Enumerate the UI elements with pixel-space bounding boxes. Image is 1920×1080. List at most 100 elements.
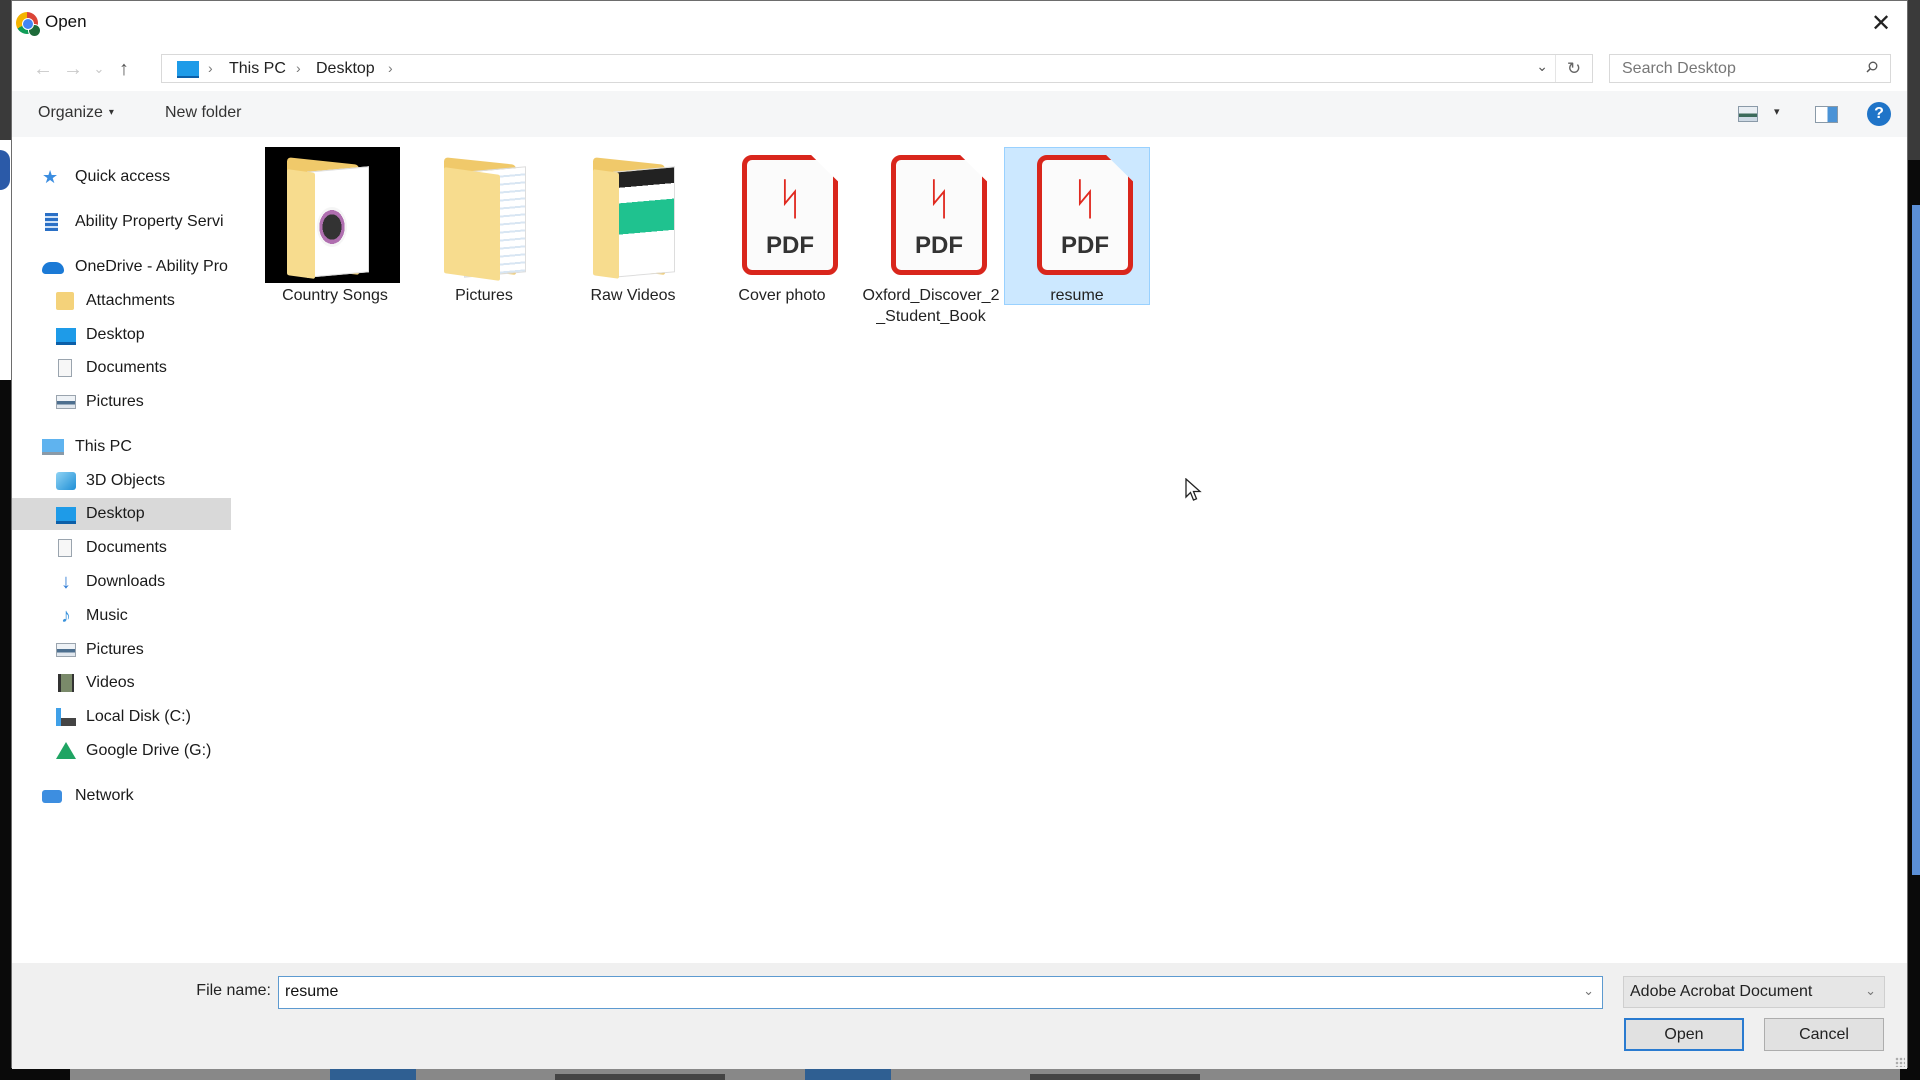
chevron-down-icon: ▾ (108, 107, 114, 118)
sidebar-item-label: Attachments (86, 292, 175, 309)
sidebar-item-label: Pictures (86, 393, 144, 410)
file-name: resume (1050, 287, 1104, 304)
file-name-field[interactable]: ⌄ (278, 976, 1603, 1009)
sidebar-item-onedrive-pictures[interactable]: Pictures (12, 386, 231, 418)
sidebar-item-google-drive[interactable]: Google Drive (G:) (12, 735, 231, 767)
new-folder-button[interactable]: New folder (165, 104, 241, 122)
file-item-pictures[interactable]: Pictures (411, 147, 557, 305)
help-icon[interactable]: ? (1867, 102, 1891, 126)
sidebar-item-downloads[interactable]: ↓ Downloads (12, 566, 231, 598)
pictures-icon (56, 395, 76, 409)
taskbar-item[interactable] (555, 1074, 725, 1080)
sidebar-item-quick-access[interactable]: ★ Quick access (12, 161, 231, 193)
sidebar-item-local-disk[interactable]: Local Disk (C:) (12, 701, 231, 733)
folder-icon (422, 147, 546, 283)
sidebar-item-label: Pictures (86, 641, 144, 658)
background-window-edge (0, 150, 10, 190)
file-item-oxford-discover[interactable]: ᛋ PDF Oxford_Discover_2_Student_Book (858, 147, 1004, 325)
file-item-resume[interactable]: ᛋ PDF resume (1004, 147, 1150, 305)
star-icon: ★ (42, 167, 59, 187)
cancel-button[interactable]: Cancel (1764, 1018, 1884, 1051)
address-bar[interactable]: › This PC › Desktop › ⌄ ↻ (161, 54, 1593, 83)
breadcrumb-desktop[interactable]: Desktop (316, 60, 375, 78)
sidebar-item-3d-objects[interactable]: 3D Objects (12, 465, 231, 497)
pdf-badge: PDF (1061, 232, 1109, 259)
sidebar-item-onedrive-documents[interactable]: Documents (12, 352, 231, 384)
title-bar[interactable]: Open ✕ (12, 1, 1907, 45)
taskbar-item[interactable] (330, 1068, 416, 1080)
sidebar-item-videos[interactable]: Videos (12, 667, 231, 699)
search-placeholder: Search Desktop (1622, 60, 1736, 77)
resize-grip[interactable] (1895, 1057, 1905, 1067)
3d-objects-icon (56, 472, 76, 490)
taskbar-item[interactable] (805, 1068, 891, 1080)
file-name: Oxford_Discover_2_Student_Book (862, 287, 1000, 325)
sidebar-item-this-pc[interactable]: This PC (12, 431, 231, 463)
file-item-cover-photo[interactable]: ᛋ PDF Cover photo (709, 147, 855, 305)
chevron-down-icon[interactable]: ⌄ (1583, 983, 1594, 999)
open-button[interactable]: Open (1624, 1018, 1744, 1051)
organize-button[interactable]: Organize ▾ (38, 104, 114, 122)
acrobat-logo-icon: ᛋ (1071, 175, 1099, 224)
back-button[interactable]: ← (30, 55, 56, 83)
file-name-input[interactable] (283, 982, 1567, 1002)
building-icon (45, 213, 58, 231)
sidebar-item-label: Quick access (75, 168, 171, 185)
taskbar (70, 1068, 1900, 1080)
pdf-icon: ᛋ PDF (1015, 147, 1139, 283)
pdf-icon: ᛋ PDF (720, 147, 844, 283)
file-name: Raw Videos (590, 287, 676, 304)
sidebar-item-desktop[interactable]: Desktop (12, 498, 231, 530)
sidebar-item-ability-property[interactable]: Ability Property Servi (12, 206, 231, 238)
pdf-badge: PDF (766, 232, 814, 259)
sidebar-item-attachments[interactable]: Attachments (12, 285, 231, 317)
forward-button[interactable]: → (60, 55, 86, 83)
recent-locations-button[interactable]: ⌄ (86, 55, 112, 83)
play-icon (317, 207, 347, 247)
background-window-edge (1912, 205, 1920, 875)
close-button[interactable]: ✕ (1863, 5, 1899, 41)
open-file-dialog: Open ✕ ← → ⌄ ↑ › This PC › Desktop › ⌄ ↻… (11, 0, 1908, 1069)
downloads-icon: ↓ (61, 571, 71, 593)
sidebar-item-onedrive[interactable]: OneDrive - Ability Pro (12, 251, 231, 283)
sidebar-item-label: Desktop (86, 505, 145, 522)
view-options-dropdown[interactable]: ▾ (1774, 105, 1780, 118)
file-item-raw-videos[interactable]: Raw Videos (560, 147, 706, 305)
pc-icon (177, 61, 199, 78)
folder-icon (265, 147, 400, 283)
file-item-country-songs[interactable]: Country Songs (262, 147, 408, 305)
breadcrumb-separator[interactable]: › (208, 60, 213, 76)
sidebar-item-documents[interactable]: Documents (12, 532, 231, 564)
change-view-icon[interactable] (1738, 106, 1758, 122)
sidebar-item-music[interactable]: ♪ Music (12, 600, 231, 632)
sidebar-item-label: Network (75, 787, 134, 804)
search-icon[interactable] (1866, 61, 1878, 73)
sidebar-item-label: This PC (75, 438, 132, 455)
taskbar-item[interactable] (1030, 1074, 1200, 1080)
file-name: Country Songs (282, 287, 388, 304)
folder-icon (56, 292, 74, 310)
toolbar: Organize ▾ New folder ▾ ? (12, 91, 1907, 137)
file-name-panel: File name: ⌄ Adobe Acrobat Document ⌄ Op… (12, 963, 1907, 1069)
videos-icon (58, 674, 74, 692)
sidebar-item-network[interactable]: Network (12, 780, 231, 812)
google-drive-icon (56, 742, 76, 759)
breadcrumb-separator[interactable]: › (296, 60, 301, 76)
search-input[interactable]: Search Desktop (1609, 54, 1891, 83)
documents-icon (58, 359, 72, 377)
up-button[interactable]: ↑ (111, 55, 137, 83)
sidebar-item-onedrive-desktop[interactable]: Desktop (12, 319, 231, 351)
address-dropdown-button[interactable]: ⌄ (1536, 58, 1548, 75)
acrobat-logo-icon: ᛋ (776, 175, 804, 224)
breadcrumb-this-pc[interactable]: This PC (229, 60, 286, 78)
breadcrumb-separator[interactable]: › (388, 60, 393, 76)
pictures-icon (56, 643, 76, 657)
file-name: Pictures (455, 287, 513, 304)
navigation-pane: ★ Quick access Ability Property Servi One… (12, 141, 242, 961)
refresh-button[interactable]: ↻ (1555, 55, 1592, 82)
chevron-down-icon: ⌄ (1865, 983, 1876, 998)
file-type-select[interactable]: Adobe Acrobat Document ⌄ (1623, 976, 1885, 1008)
sidebar-item-pictures[interactable]: Pictures (12, 634, 231, 666)
preview-pane-icon[interactable] (1815, 106, 1838, 123)
sidebar-item-label: Downloads (86, 573, 166, 590)
